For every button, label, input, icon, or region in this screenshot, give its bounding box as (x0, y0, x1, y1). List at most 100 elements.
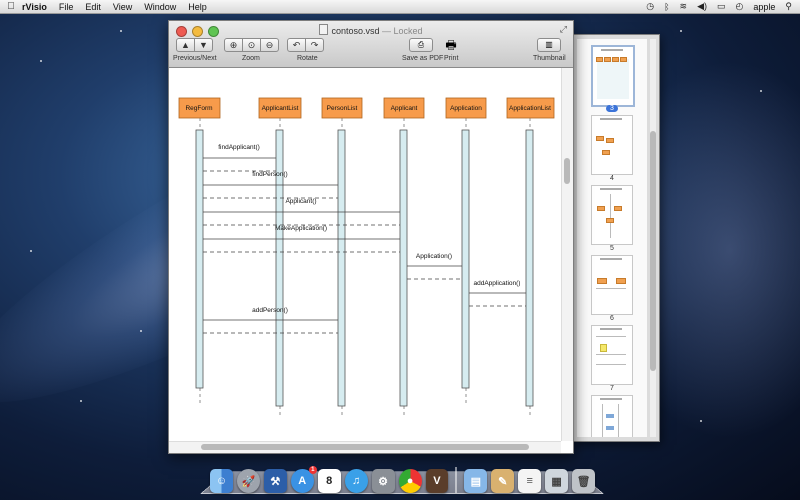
thumbnail-drawer: 3 4 5 6 7 (570, 34, 660, 442)
text-document-icon[interactable]: ≡ (518, 469, 542, 493)
thumbnail-page[interactable] (591, 185, 633, 245)
thumbnail-list: 3 4 5 6 7 (577, 39, 647, 437)
xcode-icon[interactable]: ⚒ (263, 469, 287, 493)
chrome-icon[interactable]: ● (398, 469, 422, 493)
thumbnail-label: 7 (610, 385, 614, 392)
thumbnail-page[interactable] (591, 395, 633, 437)
volume-icon[interactable]: ◀) (697, 1, 707, 12)
rvisio-icon[interactable]: V (425, 469, 449, 493)
thumbnail-page[interactable] (591, 255, 633, 315)
thumbnail-label: Thumbnail (533, 55, 566, 62)
finder-window-icon[interactable]: ▦ (545, 469, 569, 493)
print-label: Print (444, 55, 459, 62)
lifeline-label: RegForm (185, 105, 212, 112)
zoom-out-icon: ⊖ (265, 39, 274, 50)
clock-icon[interactable]: ◴ (736, 1, 744, 12)
message-label: addApplication() (474, 280, 521, 287)
prev-next-group: ▲ ▼ (176, 38, 213, 52)
sequence-diagram: RegForm ApplicantList PersonList Applica… (178, 97, 555, 415)
system-preferences-icon[interactable]: ⚙ (371, 469, 395, 493)
menu-help[interactable]: Help (188, 2, 207, 12)
thumbnail-label: 3 (577, 105, 647, 112)
print-button[interactable]: 🖶 (444, 36, 458, 52)
spotlight-icon[interactable]: ⚲ (785, 1, 792, 12)
activation-bar (399, 129, 408, 407)
previous-page-button[interactable]: ▲ (176, 38, 195, 52)
fullscreen-icon[interactable]: ⤢ (560, 24, 567, 35)
bluetooth-icon[interactable]: ᛒ (664, 2, 669, 12)
message-label: findApplicant() (218, 144, 260, 151)
rotate-label: Rotate (297, 55, 318, 62)
activation-bar (337, 129, 346, 407)
menu-bar:  rVisio File Edit View Window Help ◷ ᛒ … (0, 0, 800, 14)
rotate-left-icon: ↶ (292, 39, 301, 50)
scroll-knob[interactable] (564, 158, 570, 184)
finder-icon[interactable]: ☺ (210, 469, 233, 493)
message-label: MakeApplication() (275, 225, 327, 232)
prev-next-label: Previous/Next (173, 55, 217, 62)
title-bar: contoso.vsd — Locked ⤢ ▲ ▼ Previous/Next… (169, 21, 573, 68)
thumbnail-button[interactable]: ▥ (537, 38, 561, 52)
thumbnail-scrollbar[interactable] (650, 39, 656, 437)
save-as-pdf-label: Save as PDF (402, 55, 444, 62)
next-page-button[interactable]: ▼ (194, 38, 213, 52)
app-store-badge: 1 (308, 466, 317, 474)
rotate-right-icon: ↷ (310, 39, 319, 50)
arrow-up-icon: ▲ (181, 40, 190, 50)
sidebar-icon: ▥ (545, 40, 553, 49)
thumbnail-page[interactable] (591, 45, 635, 107)
preview-icon[interactable]: ✎ (491, 469, 515, 493)
zoom-label: Zoom (242, 55, 260, 62)
app-store-icon[interactable]: A1 (290, 466, 317, 493)
rotate-left-button[interactable]: ↶ (287, 38, 306, 52)
lifeline-label: PersonList (327, 105, 358, 112)
zoom-out-button[interactable]: ⊖ (260, 38, 279, 52)
activation-bar (525, 129, 534, 407)
vertical-scrollbar[interactable] (561, 68, 573, 441)
document-window: contoso.vsd — Locked ⤢ ▲ ▼ Previous/Next… (168, 20, 574, 454)
menu-edit[interactable]: Edit (85, 2, 101, 12)
zoom-in-icon: ⊕ (229, 39, 238, 50)
rotate-right-button[interactable]: ↷ (305, 38, 324, 52)
zoom-group: ⊕ ⊙ ⊖ (224, 38, 279, 52)
activation-bar (461, 129, 470, 389)
thumbnail-label: 6 (610, 315, 614, 322)
save-as-pdf-button[interactable]: ⎙ (409, 38, 433, 52)
menu-file[interactable]: File (59, 2, 74, 12)
apple-menu-icon[interactable]:  (0, 1, 22, 12)
thumbnail-label: 5 (610, 245, 614, 252)
lifeline-label: Applicant (391, 105, 418, 112)
lifeline-label: ApplicantList (262, 105, 299, 112)
thumbnail-label: 4 (610, 175, 614, 182)
zoom-actual-icon: ⊙ (247, 39, 256, 50)
dock-icons: ☺ 🚀 ⚒ A1 8 ♫ ⚙ ● V ▤ ✎ ≡ ▦ 🗑 (210, 465, 596, 493)
menu-window[interactable]: Window (144, 2, 176, 12)
time-machine-icon[interactable]: ◷ (646, 1, 654, 12)
diagram-canvas[interactable]: RegForm ApplicantList PersonList Applica… (169, 68, 561, 441)
trash-icon[interactable]: 🗑 (572, 469, 596, 493)
message-label: Applicant() (285, 198, 316, 205)
documents-folder-icon[interactable]: ▤ (464, 469, 488, 493)
itunes-icon[interactable]: ♫ (344, 469, 368, 493)
user-menu[interactable]: apple (753, 2, 775, 12)
toolbar: ▲ ▼ Previous/Next ⊕ ⊙ ⊖ Zoom ↶ ↷ Rotate … (169, 38, 573, 66)
app-menu[interactable]: rVisio (22, 2, 47, 12)
thumbnail-page[interactable] (591, 325, 633, 385)
message-label: findPerson() (252, 171, 287, 178)
message-label: addPerson() (252, 307, 288, 314)
lifeline-label: Application (450, 105, 482, 112)
calendar-icon[interactable]: 8 (317, 469, 341, 493)
thumbnail-page[interactable] (591, 115, 633, 175)
scroll-knob[interactable] (201, 444, 529, 450)
dock-separator (455, 467, 458, 493)
zoom-in-button[interactable]: ⊕ (224, 38, 243, 52)
launchpad-icon[interactable]: 🚀 (236, 469, 260, 493)
pdf-icon: ⎙ (417, 40, 425, 49)
printer-icon: 🖶 (445, 38, 457, 52)
menu-view[interactable]: View (113, 2, 132, 12)
horizontal-scrollbar[interactable] (169, 441, 561, 453)
battery-icon[interactable]: ▭ (717, 1, 726, 12)
wifi-icon[interactable]: ≋ (680, 1, 688, 12)
window-title: contoso.vsd — Locked (169, 24, 573, 36)
zoom-actual-button[interactable]: ⊙ (242, 38, 261, 52)
